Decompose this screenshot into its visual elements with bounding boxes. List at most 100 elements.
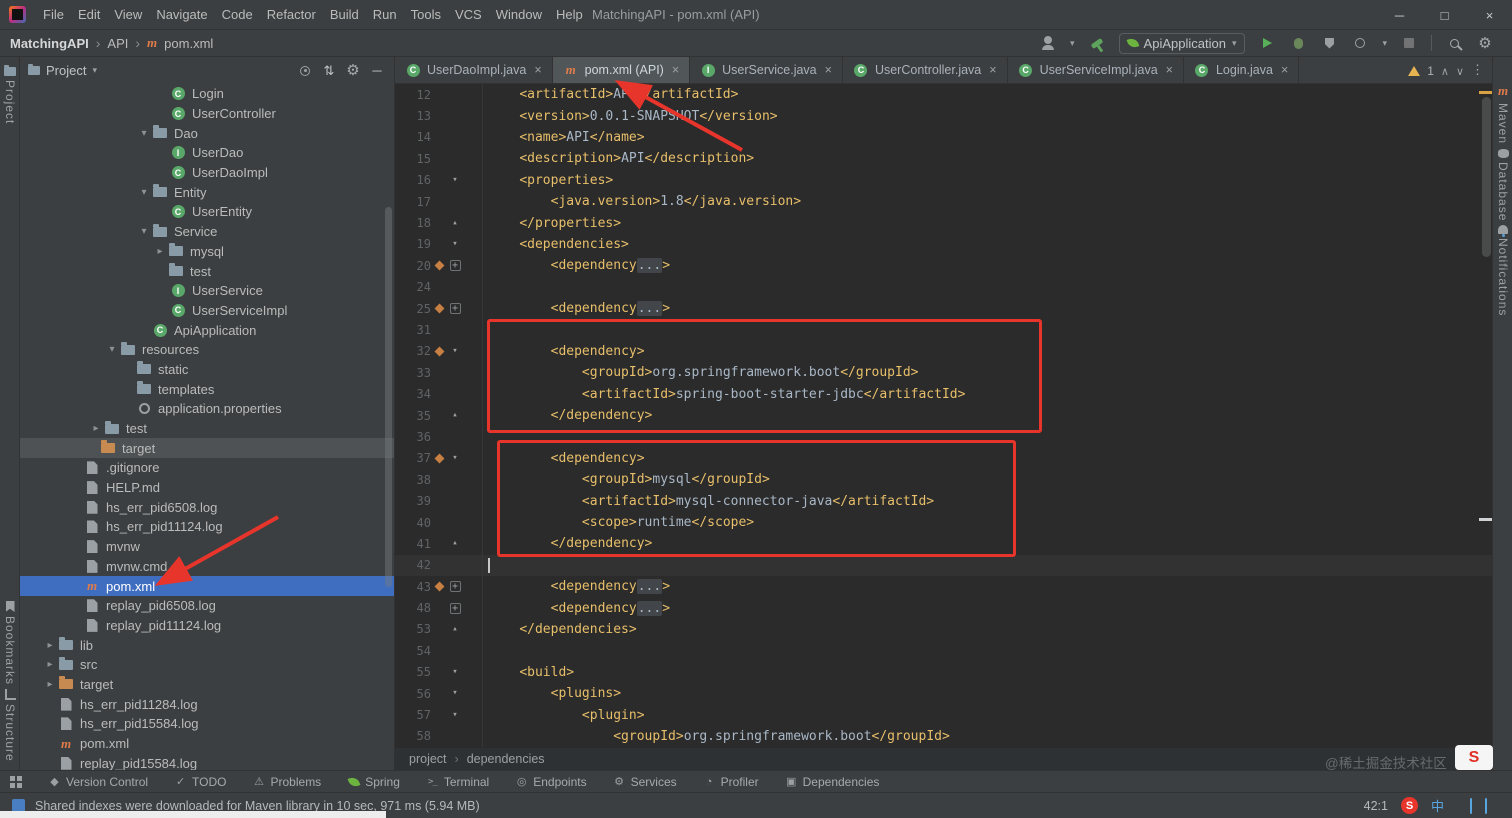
tab-close-icon[interactable]: × (1166, 63, 1173, 77)
menu-file[interactable]: File (36, 7, 71, 22)
tree-item-application-properties[interactable]: application.properties (20, 399, 394, 419)
code-line-38[interactable]: 38 <groupId>mysql</groupId> (395, 469, 1492, 491)
fold-collapsed-icon[interactable]: + (449, 602, 461, 614)
tree-item-gitignore[interactable]: .gitignore (20, 458, 394, 478)
collapse-all-icon[interactable]: ⇅ (320, 62, 338, 80)
dependency-gutter-icon[interactable] (434, 581, 444, 592)
debug-button[interactable] (1289, 34, 1307, 52)
tree-item-replay-pid15584-log[interactable]: replay_pid15584.log (20, 753, 394, 770)
code-line-40[interactable]: 40 <scope>runtime</scope> (395, 511, 1492, 534)
code-line-33[interactable]: 33 <groupId>org.springframework.boot</gr… (395, 362, 1492, 384)
code-line-20[interactable]: 20 + <dependency...> (395, 255, 1492, 277)
tree-item-src[interactable]: ▸ src (20, 655, 394, 675)
fold-end-icon[interactable]: ▴ (447, 539, 463, 548)
ime-keyboard-icon[interactable] (1470, 797, 1472, 814)
menu-code[interactable]: Code (215, 7, 260, 22)
tab-close-icon[interactable]: × (672, 63, 679, 77)
tab-close-icon[interactable]: × (1281, 63, 1288, 77)
fold-collapsed-icon[interactable]: + (449, 260, 461, 272)
sogou-logo-badge[interactable]: S (1455, 745, 1493, 770)
collaborate-icon[interactable] (1039, 34, 1057, 52)
locate-file-icon[interactable] (296, 62, 314, 80)
code-line-31[interactable]: 31 (395, 319, 1492, 341)
code-line-58[interactable]: 58 <groupId>org.springframework.boot</gr… (395, 725, 1492, 748)
tree-item-mvnw-cmd[interactable]: mvnw.cmd (20, 557, 394, 577)
tree-item-lib[interactable]: ▸ lib (20, 635, 394, 655)
minimize-button[interactable]: ─ (1377, 0, 1422, 30)
editor-tab-pom-xml-api[interactable]: m pom.xml (API) × (552, 57, 691, 83)
tree-item-help-md[interactable]: HELP.md (20, 478, 394, 498)
fold-expanded-icon[interactable]: ▾ (447, 239, 463, 249)
toolwindow-button-database[interactable]: Database (1493, 149, 1512, 221)
panel-settings-gear-icon[interactable]: ⚙ (344, 62, 362, 80)
editor-tab-usercontroller-java[interactable]: C UserController.java × (843, 57, 1008, 83)
toolwindow-button-notifications[interactable]: Notifications (1493, 225, 1512, 316)
dependency-gutter-icon[interactable] (434, 453, 444, 464)
code-line-55[interactable]: 55 ▾ <build> (395, 661, 1492, 683)
tree-item-target[interactable]: ▸ target (20, 675, 394, 695)
code-editor[interactable]: 12 <artifactId>API</artifactId> 13 <versi… (395, 84, 1492, 748)
toolwindow-switcher-icon[interactable] (10, 775, 22, 788)
toolwindow-spring[interactable]: Spring (347, 775, 400, 789)
ime-language-icon[interactable]: 中 (1431, 796, 1444, 815)
code-line-42[interactable]: 42 (395, 554, 1492, 576)
tree-item-service[interactable]: ▾ Service (20, 222, 394, 242)
tab-close-icon[interactable]: × (534, 63, 541, 77)
editor-tab-login-java[interactable]: C Login.java × (1184, 57, 1300, 83)
breadcrumb-module[interactable]: API (107, 36, 128, 51)
tree-item-replay-pid11124-log[interactable]: replay_pid11124.log (20, 616, 394, 636)
tree-item-templates[interactable]: templates (20, 379, 394, 399)
toolwindow-button-bookmarks[interactable]: Bookmarks (0, 601, 20, 685)
code-line-41[interactable]: 41 ▴ </dependency> (395, 533, 1492, 555)
code-line-19[interactable]: 19 ▾ <dependencies> (395, 233, 1492, 256)
menu-view[interactable]: View (107, 7, 149, 22)
tab-options-kebab-icon[interactable]: ⋮ (1471, 62, 1484, 78)
breadcrumb-dependencies[interactable]: dependencies (467, 752, 545, 766)
run-button[interactable] (1258, 34, 1276, 52)
run-history-icon[interactable] (1351, 34, 1369, 52)
dependency-gutter-icon[interactable] (434, 303, 444, 314)
code-line-36[interactable]: 36 (395, 426, 1492, 448)
menu-refactor[interactable]: Refactor (260, 7, 323, 22)
chevron-right-icon[interactable]: ▸ (42, 640, 58, 651)
chevron-right-icon[interactable]: ▸ (88, 423, 104, 434)
code-line-16[interactable]: 16 ▾ <properties> (395, 169, 1492, 191)
tree-item-usercontroller[interactable]: C UserController (20, 104, 394, 124)
code-line-39[interactable]: 39 <artifactId>mysql-connector-java</art… (395, 490, 1492, 512)
tree-item-mvnw[interactable]: mvnw (20, 537, 394, 557)
fold-collapsed-icon[interactable]: + (449, 303, 461, 315)
chevron-down-icon[interactable]: ▾ (92, 65, 97, 76)
toolwindow-version-control[interactable]: ◆ Version Control (48, 775, 148, 789)
next-warning-icon[interactable]: ∨ (1456, 65, 1464, 78)
code-line-14[interactable]: 14 <name>API</name> (395, 126, 1492, 149)
toolwindow-profiler[interactable]: ◔ Profiler (703, 775, 759, 789)
code-line-13[interactable]: 13 <version>0.0.1-SNAPSHOT</version> (395, 105, 1492, 127)
close-button[interactable]: × (1467, 0, 1512, 30)
code-line-12[interactable]: 12 <artifactId>API</artifactId> (395, 84, 1492, 106)
tree-item-hs-err-pid6508-log[interactable]: hs_err_pid6508.log (20, 497, 394, 517)
code-line-53[interactable]: 53 ▴ </dependencies> (395, 618, 1492, 641)
tree-item-userdao[interactable]: I UserDao (20, 143, 394, 163)
settings-gear-icon[interactable]: ⚙ (1476, 34, 1494, 52)
fold-end-icon[interactable]: ▴ (447, 218, 463, 228)
tree-item-dao[interactable]: ▾ Dao (20, 123, 394, 143)
code-line-37[interactable]: 37 ▾ <dependency> (395, 447, 1492, 470)
code-line-54[interactable]: 54 (395, 640, 1492, 662)
chevron-down-icon[interactable]: ▾ (104, 344, 120, 355)
toolwindow-todo[interactable]: ✓ TODO (174, 775, 227, 789)
inspections-widget[interactable]: 1 ∧ ∨ (1408, 64, 1464, 78)
toolwindow-button-structure[interactable]: Structure (0, 689, 20, 762)
menu-build[interactable]: Build (323, 7, 366, 22)
fold-expanded-icon[interactable]: ▾ (447, 175, 463, 185)
fold-collapsed-icon[interactable]: + (449, 581, 461, 593)
fold-expanded-icon[interactable]: ▾ (447, 453, 463, 463)
caret-position[interactable]: 42:1 (1364, 799, 1388, 813)
code-line-15[interactable]: 15 <description>API</description> (395, 148, 1492, 170)
toolwindow-problems[interactable]: ⚠ Problems (253, 775, 321, 789)
menu-run[interactable]: Run (366, 7, 404, 22)
breadcrumb-file[interactable]: pom.xml (164, 36, 213, 51)
chevron-down-icon[interactable]: ▾ (136, 226, 152, 237)
tree-item-mysql[interactable]: ▸ mysql (20, 242, 394, 262)
tree-item-target[interactable]: target (20, 438, 394, 459)
breadcrumb-project[interactable]: MatchingAPI (10, 36, 89, 51)
